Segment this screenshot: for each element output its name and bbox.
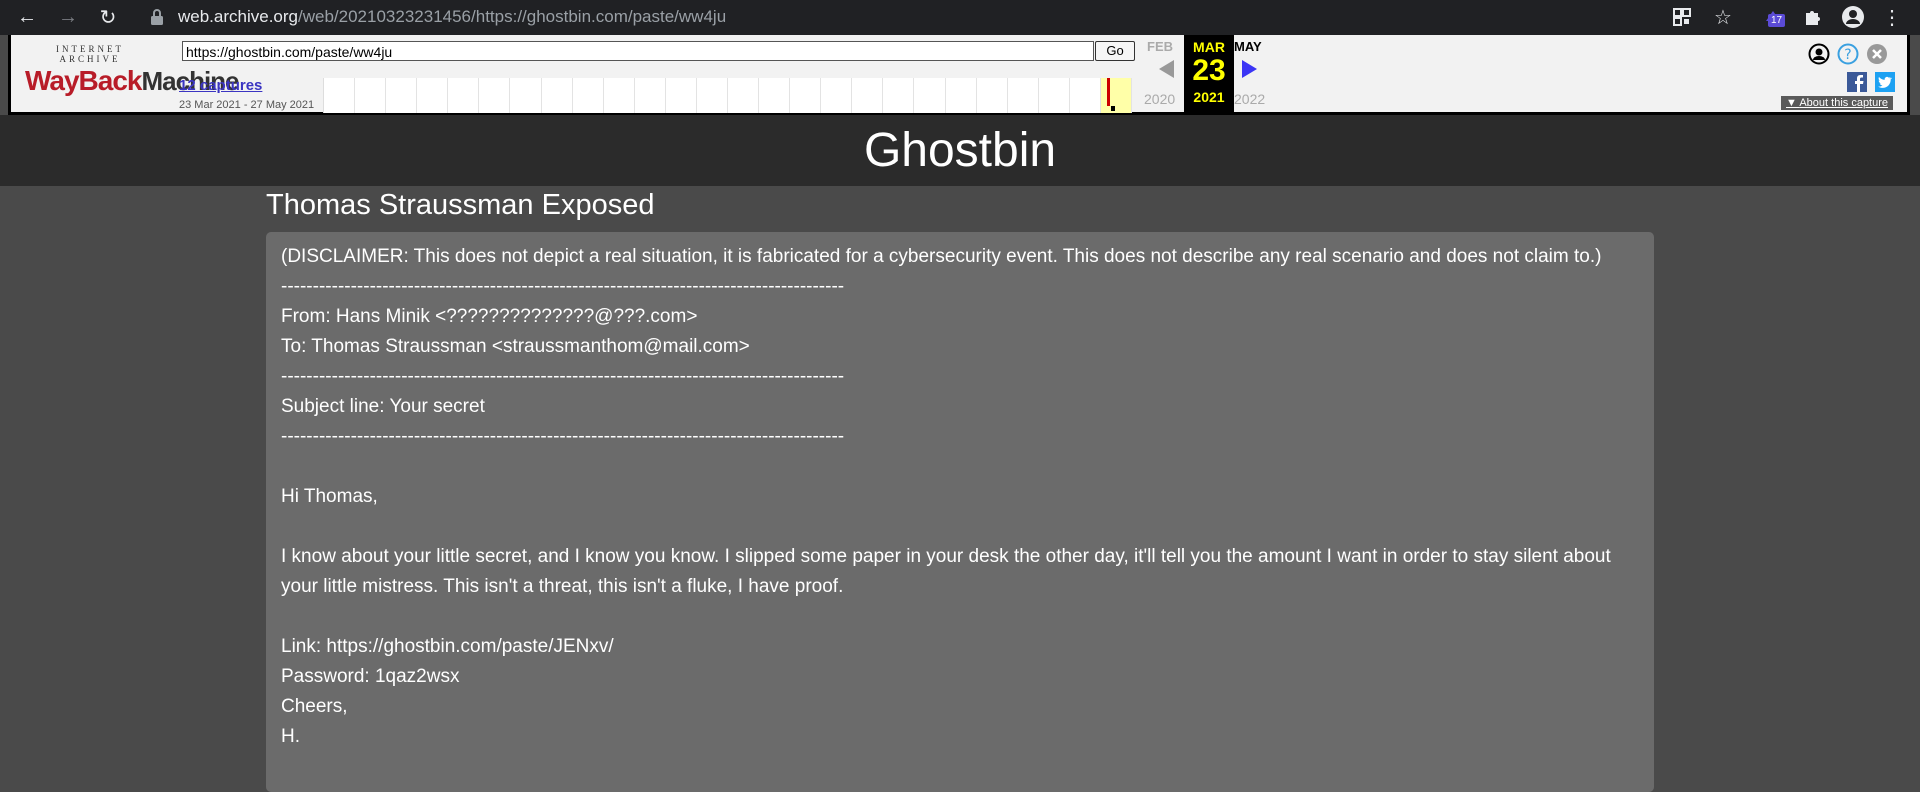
sparkline-cell[interactable] (510, 78, 542, 113)
extension-badge: 17 (1768, 14, 1786, 27)
current-month: MAR (1193, 39, 1225, 55)
logo-wayback: WayBack (25, 65, 142, 96)
caret-down-icon: ▼ (1786, 97, 1800, 109)
sparkline-cell[interactable] (324, 78, 356, 113)
current-day: 23 (1192, 54, 1226, 87)
go-button[interactable]: Go (1095, 41, 1135, 61)
sparkline-cell[interactable] (697, 78, 729, 113)
paste-line: Subject line: Your secret (281, 396, 485, 417)
wayback-toolbar: INTERNET ARCHIVE WayBackMachine https://… (8, 35, 1910, 115)
bookmark-star-icon[interactable]: ☆ (1711, 5, 1735, 29)
url-path: /web/20210323231456/https://ghostbin.com… (298, 7, 727, 26)
sparkline-cell[interactable] (790, 78, 822, 113)
prev-capture-arrow-icon[interactable] (1159, 60, 1174, 78)
sparkline-cell[interactable] (946, 78, 977, 113)
sparkline-cell[interactable] (479, 78, 511, 113)
sparkline-cell[interactable] (1008, 78, 1039, 113)
current-capture-date: MAR 23 2021 (1184, 35, 1234, 112)
next-capture-arrow-icon[interactable] (1242, 60, 1257, 78)
sparkline-cell[interactable] (542, 78, 573, 113)
site-title[interactable]: Ghostbin (864, 124, 1056, 177)
wayback-url-input[interactable]: https://ghostbin.com/paste/ww4ju (182, 41, 1094, 61)
captures-link[interactable]: 12 captures (179, 77, 262, 94)
forward-arrow-icon[interactable]: → (55, 4, 81, 30)
sparkline-cell[interactable] (604, 78, 635, 113)
paste-content: (DISCLAIMER: This does not depict a real… (266, 232, 1654, 792)
address-bar[interactable]: web.archive.org/web/20210323231456/https… (178, 4, 726, 30)
paste-line: I know about your little secret, and I k… (281, 546, 1617, 597)
back-arrow-icon[interactable]: ← (14, 4, 40, 30)
logo-internet-archive: INTERNET ARCHIVE (56, 44, 124, 64)
more-menu-icon[interactable]: ⋮ (1880, 5, 1904, 29)
browser-toolbar: ← → ↻ web.archive.org/web/20210323231456… (0, 0, 1920, 35)
about-capture-label: About this capture (1799, 97, 1889, 109)
paste-line: ----------------------------------------… (281, 276, 845, 297)
next-year-label[interactable]: 2022 (1234, 91, 1265, 107)
sparkline-cell[interactable] (1039, 78, 1070, 113)
paste-line: (DISCLAIMER: This does not depict a real… (281, 246, 1602, 267)
reload-icon[interactable]: ↻ (95, 4, 121, 30)
sparkline-cell[interactable] (1070, 78, 1101, 113)
sparkline-cell[interactable] (635, 78, 666, 113)
qr-code-icon[interactable] (1670, 5, 1694, 29)
help-icon[interactable]: ? (1837, 43, 1859, 65)
sparkline-cell[interactable] (821, 78, 853, 113)
sparkline-cell[interactable] (417, 78, 449, 113)
sparkline-cell[interactable] (852, 78, 884, 113)
capture-sparkline[interactable] (323, 78, 1133, 113)
sparkline-cell[interactable] (448, 78, 480, 113)
wayback-logo[interactable]: INTERNET ARCHIVE WayBackMachine (25, 44, 240, 102)
prev-month-label[interactable]: FEB (1147, 39, 1173, 54)
paste-line (281, 452, 1639, 482)
prev-year-label[interactable]: 2020 (1144, 91, 1175, 107)
paste-line: ----------------------------------------… (281, 366, 845, 387)
paste-line: Password: 1qaz2wsx (281, 666, 460, 687)
paste-line (281, 512, 1639, 542)
paste-line: Cheers, (281, 696, 348, 717)
lock-icon[interactable] (150, 8, 164, 26)
paste-line: To: Thomas Straussman <straussmanthom@ma… (281, 336, 750, 357)
capture-mark (1106, 78, 1110, 106)
profile-avatar-icon[interactable] (1841, 5, 1865, 29)
sparkline-cell[interactable] (759, 78, 791, 113)
capture-range: 23 Mar 2021 - 27 May 2021 (179, 99, 315, 111)
puzzle-icon[interactable] (1800, 5, 1824, 29)
sparkline-cell[interactable] (914, 78, 946, 113)
paste-line (281, 602, 1639, 632)
next-month-label[interactable]: MAY (1234, 39, 1262, 54)
svg-text:?: ? (1844, 47, 1851, 63)
paste-title: Thomas Straussman Exposed (266, 189, 655, 221)
sparkline-cell[interactable] (977, 78, 1008, 113)
sparkline-cell[interactable] (386, 78, 418, 113)
about-capture-link[interactable]: ▼ About this capture (1781, 96, 1894, 110)
twitter-icon[interactable] (1875, 72, 1895, 92)
url-host: web.archive.org (178, 7, 299, 26)
paste-line: H. (281, 726, 300, 747)
current-year: 2021 (1193, 89, 1225, 105)
account-icon[interactable] (1808, 43, 1830, 65)
paste-line: Link: https://ghostbin.com/paste/JENxv/ (281, 636, 614, 657)
capture-mark (1110, 106, 1115, 111)
paste-line: ----------------------------------------… (281, 426, 845, 447)
paste-line: Hi Thomas, (281, 486, 378, 507)
paste-line: From: Hans Minik <??????????????@???.com… (281, 306, 698, 327)
sparkline-cell[interactable] (573, 78, 604, 113)
sparkline-cell[interactable] (666, 78, 697, 113)
sparkline-cell[interactable] (883, 78, 915, 113)
sparkline-cell[interactable] (728, 78, 760, 113)
site-header: Ghostbin (0, 115, 1920, 186)
facebook-icon[interactable] (1847, 72, 1867, 92)
sparkline-cell-current-year[interactable] (1100, 78, 1133, 113)
sparkline-cell[interactable] (355, 78, 387, 113)
close-icon[interactable] (1866, 43, 1888, 65)
